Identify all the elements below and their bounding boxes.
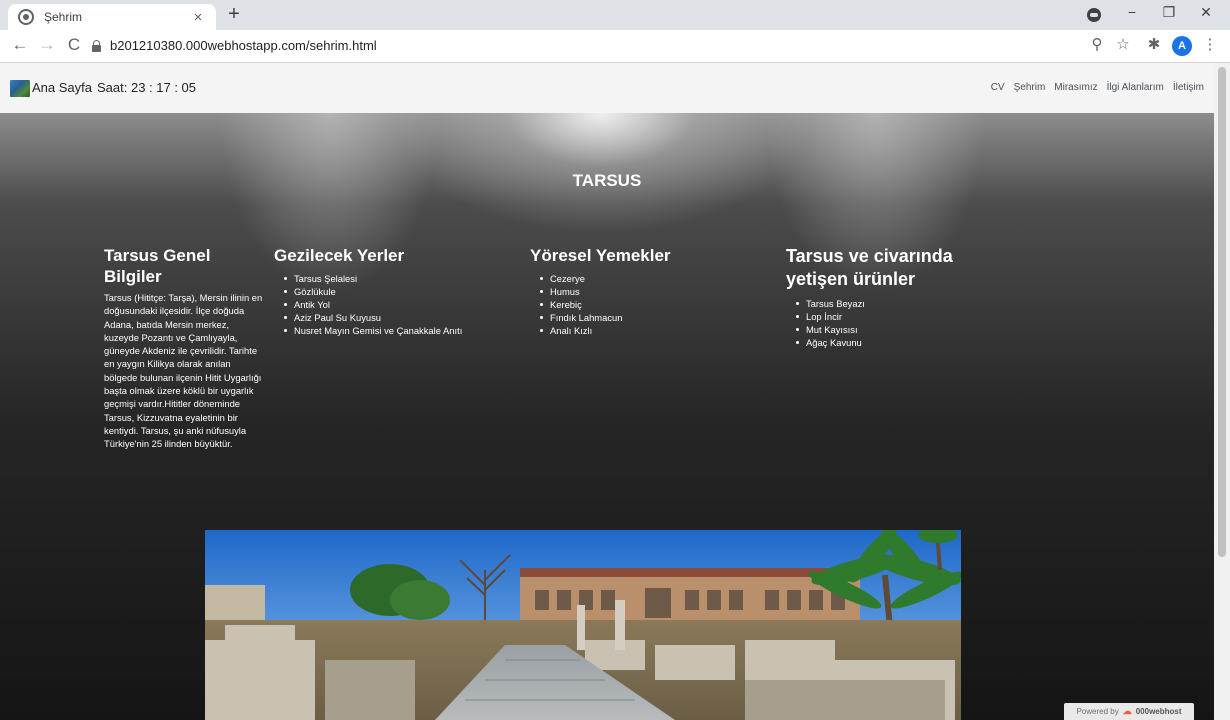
- scrollbar-thumb[interactable]: [1218, 67, 1226, 557]
- list-item: Ağaç Kavunu: [796, 336, 976, 349]
- reload-button[interactable]: C: [63, 35, 85, 55]
- products-column: Tarsus ve civarında yetişen ürünler Tars…: [786, 245, 976, 349]
- nav-link-mirasimiz[interactable]: Mirasımız: [1054, 82, 1097, 93]
- profile-menu-icon[interactable]: [1087, 8, 1101, 22]
- tab-close-icon[interactable]: ×: [190, 9, 206, 26]
- places-column: Gezilecek Yerler Tarsus Şelalesi Gözlüku…: [274, 245, 514, 337]
- account-avatar[interactable]: A: [1172, 36, 1192, 56]
- nav-link-cv[interactable]: CV: [991, 82, 1005, 93]
- products-list: Tarsus Beyazı Lop İncir Mut Kayısısı Ağa…: [786, 297, 976, 349]
- nav-link-sehrim[interactable]: Şehrim: [1014, 82, 1046, 93]
- nav-links: CV Şehrim Mirasımız İlgi Alanlarım İleti…: [991, 82, 1204, 93]
- list-item: Analı Kızlı: [540, 324, 730, 337]
- brand-logo-image[interactable]: [10, 80, 30, 97]
- url-text[interactable]: b201210380.000webhostapp.com/sehrim.html: [110, 38, 377, 53]
- places-list: Tarsus Şelalesi Gözlükule Antik Yol Aziz…: [274, 272, 514, 337]
- list-item: Nusret Mayın Gemisi ve Çanakkale Anıtı: [284, 324, 514, 337]
- list-item: Tarsus Beyazı: [796, 297, 976, 310]
- browser-tab[interactable]: Şehrim ×: [8, 4, 216, 30]
- general-info-heading: Tarsus Genel Bilgiler: [104, 246, 211, 286]
- list-item: Tarsus Şelalesi: [284, 272, 514, 285]
- list-item: Aziz Paul Su Kuyusu: [284, 311, 514, 324]
- zoom-icon[interactable]: ⚲: [1087, 35, 1107, 53]
- food-heading: Yöresel Yemekler: [530, 246, 671, 265]
- badge-brand: 000webhost: [1135, 707, 1182, 716]
- list-item: Fındık Lahmacun: [540, 311, 730, 324]
- page-scrollbar[interactable]: [1214, 63, 1230, 720]
- clock-text: Saat: 23 : 17 : 05: [97, 80, 197, 95]
- address-bar[interactable]: b201210380.000webhostapp.com/sehrim.html: [90, 34, 1120, 59]
- general-info-text: Tarsus (Hititçe: Tarşa), Mersin ilinin e…: [104, 292, 263, 450]
- minimize-button[interactable]: −: [1122, 4, 1142, 20]
- list-item: Humus: [540, 285, 730, 298]
- places-heading: Gezilecek Yerler: [274, 246, 405, 265]
- powered-by-badge[interactable]: Powered by ☁ 000webhost: [1064, 703, 1194, 720]
- extensions-icon[interactable]: ✱: [1144, 35, 1164, 53]
- page-title: TARSUS: [572, 171, 642, 190]
- nav-link-ilgi-alanlarim[interactable]: İlgi Alanlarım: [1107, 82, 1164, 93]
- antik-yol-photo: [205, 530, 961, 720]
- browser-toolbar: ← → C b201210380.000webhostapp.com/sehri…: [0, 30, 1230, 63]
- globe-icon: [18, 9, 34, 25]
- list-item: Kerebiç: [540, 298, 730, 311]
- page-viewport: Ana Sayfa Saat: 23 : 17 : 05 CV Şehrim M…: [0, 63, 1214, 720]
- tab-title: Şehrim: [44, 10, 83, 24]
- new-tab-button[interactable]: +: [222, 3, 246, 26]
- list-item: Gözlükule: [284, 285, 514, 298]
- lock-icon: [92, 40, 101, 52]
- food-list: Cezerye Humus Kerebiç Fındık Lahmacun An…: [530, 272, 730, 337]
- webhost-logo-icon: ☁: [1122, 706, 1132, 716]
- restore-button[interactable]: ❐: [1159, 4, 1179, 21]
- hero-section: TARSUS Tarsus Genel Bilgiler Tarsus (Hit…: [0, 113, 1214, 720]
- badge-prefix: Powered by: [1076, 707, 1119, 716]
- close-window-button[interactable]: ✕: [1196, 4, 1216, 21]
- list-item: Lop İncir: [796, 310, 976, 323]
- site-navbar: Ana Sayfa Saat: 23 : 17 : 05 CV Şehrim M…: [0, 63, 1214, 113]
- list-item: Mut Kayısısı: [796, 323, 976, 336]
- browser-menu-icon[interactable]: ⋮: [1200, 35, 1220, 53]
- list-item: Cezerye: [540, 272, 730, 285]
- products-heading: Tarsus ve civarında yetişen ürünler: [786, 246, 953, 289]
- forward-button[interactable]: →: [36, 35, 58, 55]
- food-column: Yöresel Yemekler Cezerye Humus Kerebiç F…: [530, 245, 730, 337]
- nav-link-iletisim[interactable]: İletişim: [1173, 82, 1204, 93]
- general-info-column: Tarsus Genel Bilgiler Tarsus (Hititçe: T…: [104, 245, 264, 451]
- home-link[interactable]: Ana Sayfa: [32, 80, 92, 95]
- list-item: Antik Yol: [284, 298, 514, 311]
- browser-tab-strip: Şehrim × + − ❐ ✕: [0, 0, 1230, 30]
- back-button[interactable]: ←: [9, 35, 31, 55]
- bookmark-star-icon[interactable]: ☆: [1113, 35, 1133, 53]
